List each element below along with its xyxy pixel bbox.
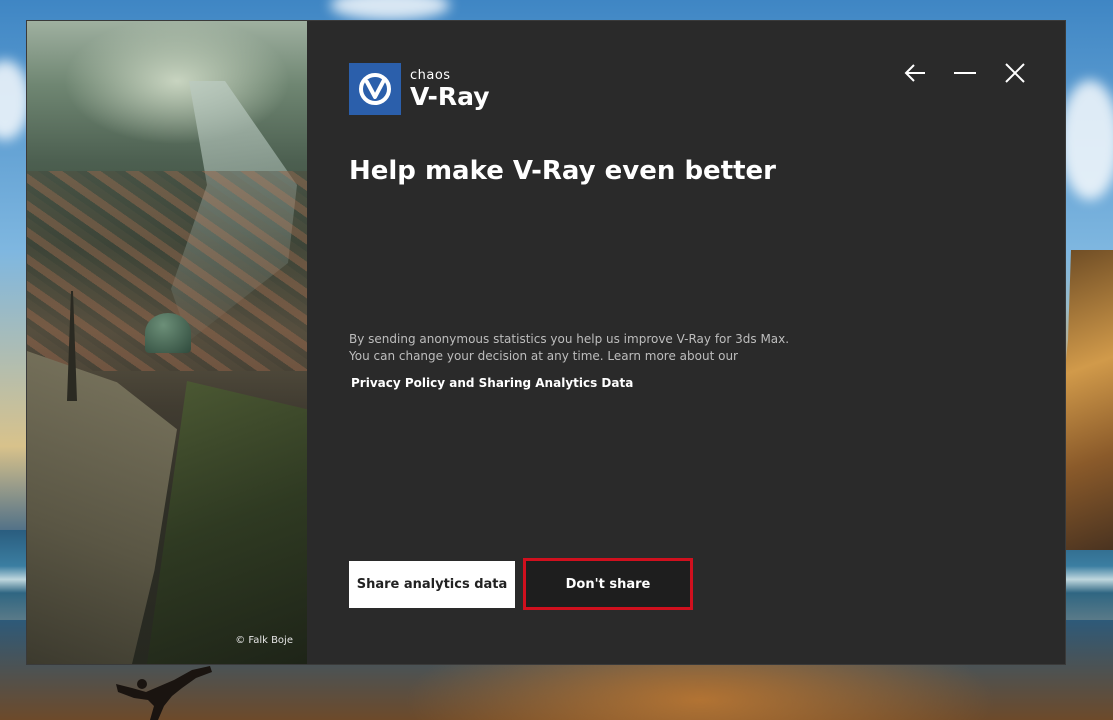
- hero-image: © Falk Boje: [27, 21, 307, 664]
- privacy-policy-link[interactable]: Privacy Policy and Sharing Analytics Dat…: [351, 376, 633, 390]
- arrow-left-icon: [904, 64, 925, 82]
- photo-credit: © Falk Boje: [235, 635, 293, 646]
- hero-image-cliffside: [147, 381, 307, 664]
- description-line: By sending anonymous statistics you help…: [349, 332, 790, 346]
- close-icon: [1005, 63, 1025, 83]
- vray-analytics-dialog: © Falk Boje chaos V-Ray Help make V-Ray …: [27, 21, 1065, 664]
- background-cloud: [1060, 80, 1113, 200]
- description-line: You can change your decision at any time…: [349, 349, 738, 363]
- vray-logo-icon: [349, 63, 401, 115]
- brand-company: chaos: [410, 68, 451, 83]
- brand-product: V-Ray: [410, 82, 490, 111]
- close-button[interactable]: [1001, 59, 1029, 87]
- background-figure: [116, 666, 212, 720]
- minimize-button[interactable]: [951, 59, 979, 87]
- hero-image-dome: [145, 313, 191, 353]
- description: By sending anonymous statistics you help…: [349, 331, 869, 365]
- share-analytics-button[interactable]: Share analytics data: [349, 561, 515, 608]
- page-title: Help make V-Ray even better: [349, 156, 777, 186]
- minimize-icon: [954, 72, 976, 74]
- background-cloud: [330, 0, 450, 20]
- back-button[interactable]: [901, 59, 929, 87]
- dont-share-button[interactable]: Don't share: [523, 558, 693, 610]
- vray-logo: chaos V-Ray: [349, 63, 490, 115]
- content-panel: chaos V-Ray Help make V-Ray even better …: [307, 21, 1065, 664]
- background-cloud: [0, 60, 30, 140]
